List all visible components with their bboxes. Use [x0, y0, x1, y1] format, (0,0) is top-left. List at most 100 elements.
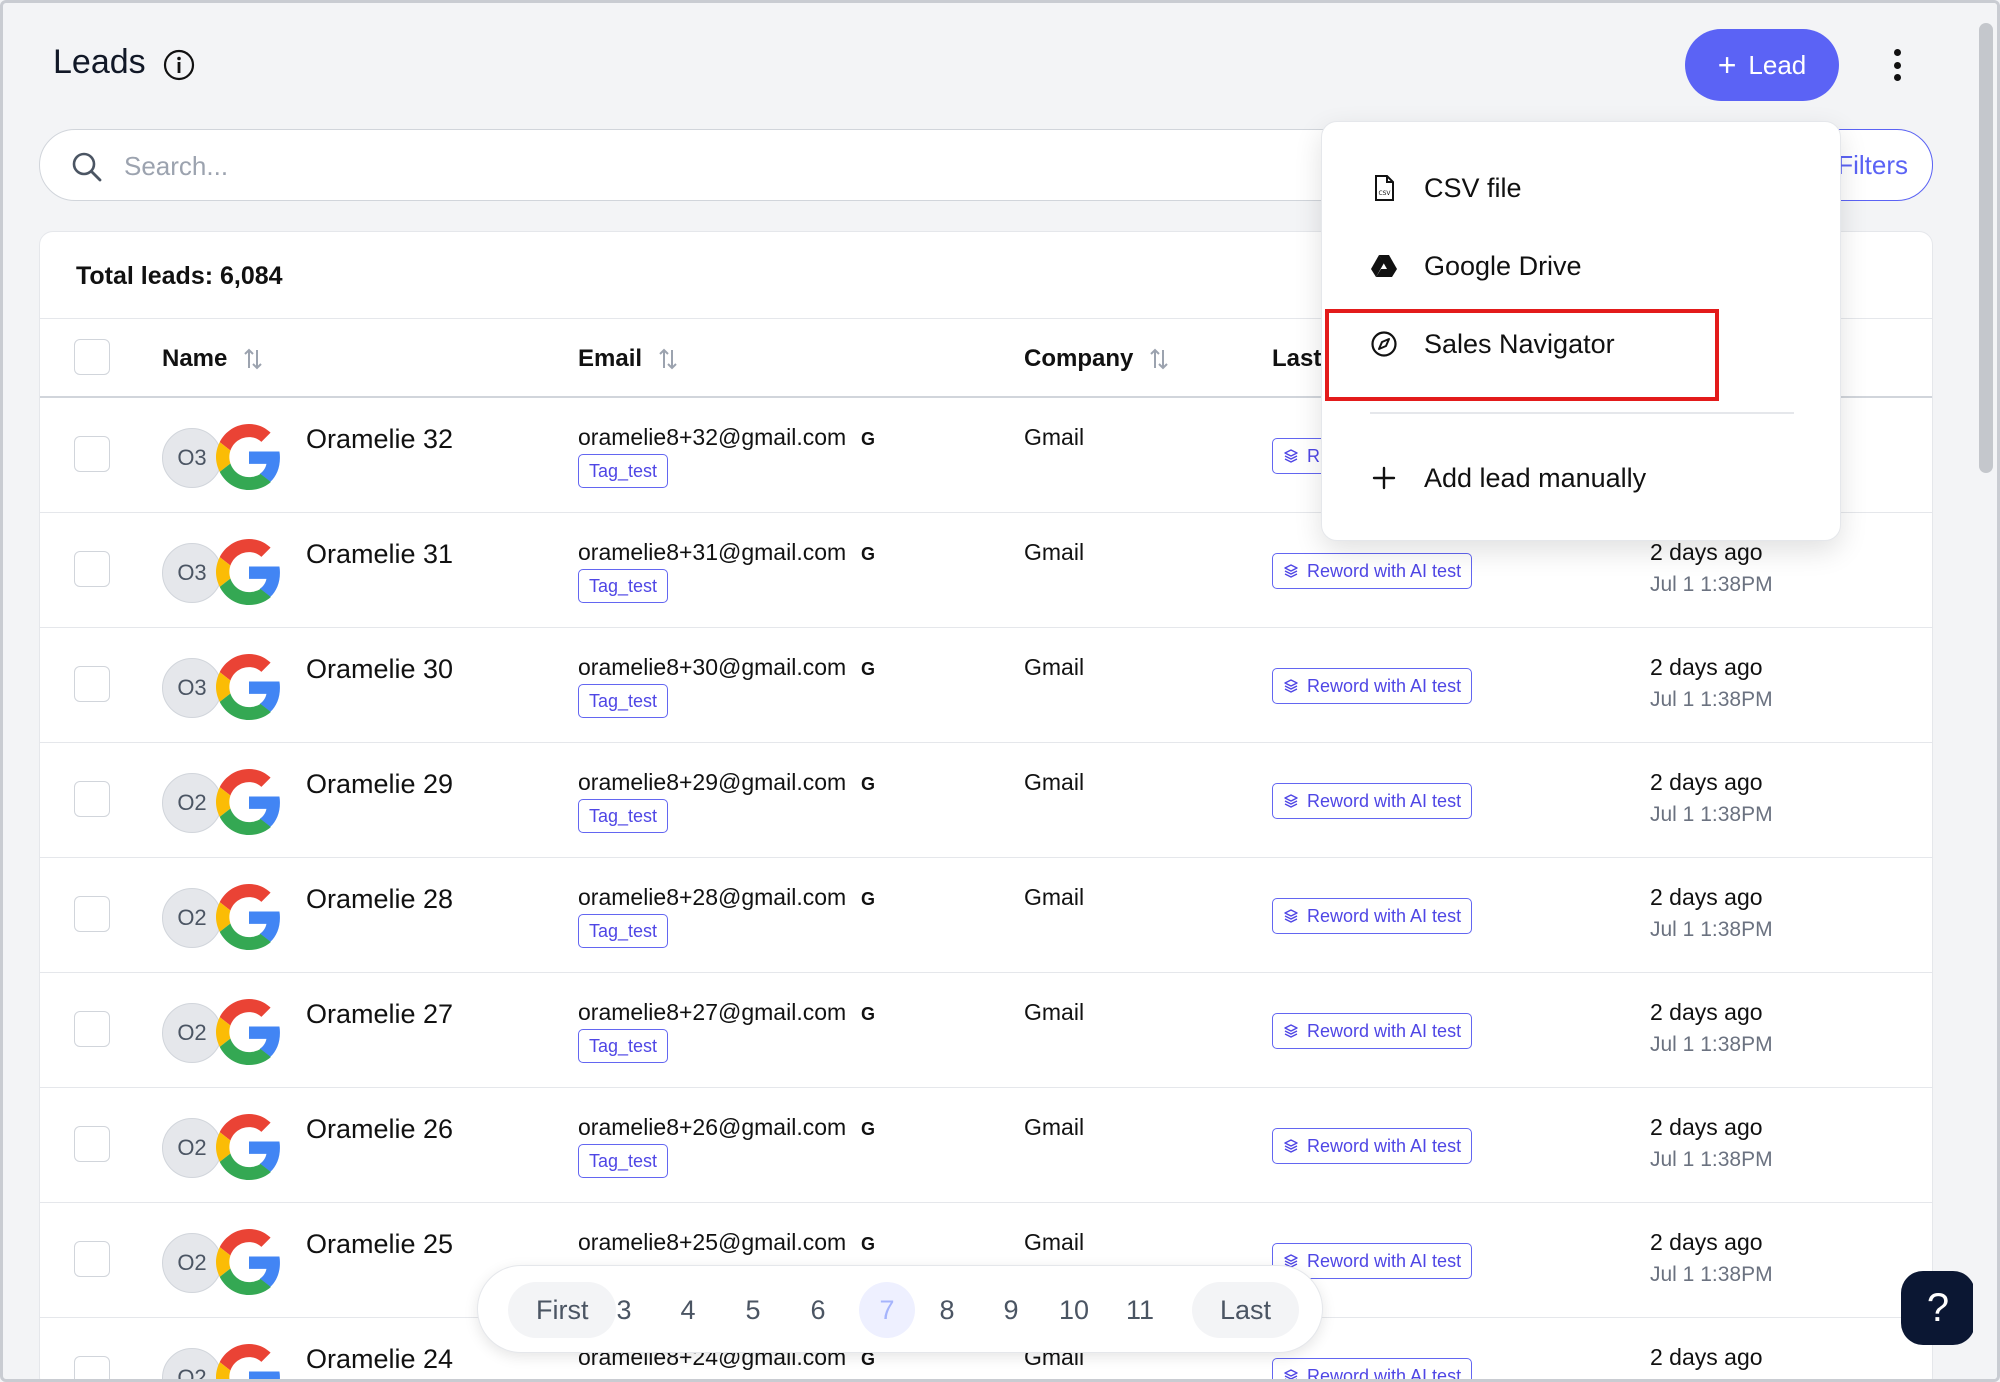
lead-name[interactable]: Oramelie 27: [306, 999, 453, 1030]
row-checkbox[interactable]: [74, 1356, 110, 1379]
menu-item-label: CSV file: [1424, 172, 1522, 203]
lead-name[interactable]: Oramelie 28: [306, 884, 453, 915]
column-header-company[interactable]: Company: [1024, 345, 1169, 373]
last-contacted-date: Jul 1 1:38PM: [1650, 918, 1773, 941]
last-contacted-relative: 2 days ago: [1650, 539, 1763, 565]
pagination-page[interactable]: 5: [733, 1282, 773, 1338]
campaign-badge[interactable]: Reword with AI test: [1272, 668, 1473, 704]
lead-tag[interactable]: Tag_test: [578, 914, 669, 948]
menu-item-google-drive[interactable]: Google Drive: [1322, 228, 1840, 304]
more-options-icon[interactable]: [1883, 43, 1911, 87]
svg-text:G: G: [861, 1234, 875, 1254]
row-checkbox[interactable]: [74, 1011, 110, 1047]
google-logo-icon: [216, 769, 282, 835]
lead-tag[interactable]: Tag_test: [578, 684, 669, 718]
row-checkbox[interactable]: [74, 436, 110, 472]
avatar: O2: [162, 888, 222, 948]
pagination-current-page[interactable]: 7: [859, 1282, 915, 1338]
pagination-last[interactable]: Last: [1192, 1282, 1300, 1338]
campaign-badge[interactable]: Reword with AI test: [1272, 898, 1473, 934]
lead-tag[interactable]: Tag_test: [578, 1144, 669, 1178]
lead-tag[interactable]: Tag_test: [578, 1029, 669, 1063]
scrollbar-thumb[interactable]: [1979, 23, 1993, 473]
lead-tag[interactable]: Tag_test: [578, 799, 669, 833]
sort-icon[interactable]: [658, 347, 678, 371]
lead-company: Gmail: [1024, 769, 1085, 795]
sort-icon[interactable]: [1149, 347, 1169, 371]
table-row[interactable]: O2 Oramelie 29 oramelie8+29@gmail.com G Tag_…: [40, 743, 1932, 858]
row-checkbox[interactable]: [74, 1241, 110, 1277]
campaign-badge[interactable]: Reword with AI test: [1272, 1013, 1473, 1049]
column-header-last[interactable]: Last: [1272, 345, 1321, 373]
layers-icon: [1283, 563, 1299, 579]
row-checkbox[interactable]: [74, 781, 110, 817]
google-icon: G: [858, 658, 878, 679]
table-row[interactable]: O2 Oramelie 26 oramelie8+26@gmail.com G Tag_…: [40, 1088, 1932, 1203]
last-contacted-relative: 2 days ago: [1650, 999, 1763, 1025]
avatar: O3: [162, 658, 222, 718]
help-button[interactable]: ?: [1901, 1271, 1975, 1345]
last-contacted-date: Jul 1 1:38PM: [1650, 803, 1773, 826]
lead-name[interactable]: Oramelie 30: [306, 654, 453, 685]
avatar: O2: [162, 1003, 222, 1063]
svg-text:G: G: [861, 544, 875, 564]
pagination-page[interactable]: 4: [668, 1282, 708, 1338]
lead-company: Gmail: [1024, 1114, 1085, 1140]
sort-icon[interactable]: [243, 347, 263, 371]
highlight-box: [1325, 309, 1719, 401]
avatar: O2: [162, 1233, 222, 1293]
column-header-email[interactable]: Email: [578, 345, 678, 373]
last-contacted-date: Jul 1 1:38PM: [1650, 688, 1773, 711]
select-all-checkbox[interactable]: [74, 339, 110, 375]
lead-email: oramelie8+29@gmail.com G: [578, 769, 878, 796]
lead-name[interactable]: Oramelie 31: [306, 539, 453, 570]
row-checkbox[interactable]: [74, 551, 110, 587]
lead-name[interactable]: Oramelie 26: [306, 1114, 453, 1145]
pagination-page[interactable]: 6: [798, 1282, 838, 1338]
last-contacted-relative: 2 days ago: [1650, 769, 1763, 795]
google-drive-icon: [1371, 255, 1397, 277]
layers-icon: [1283, 448, 1299, 464]
lead-name[interactable]: Oramelie 24: [306, 1344, 453, 1375]
row-checkbox[interactable]: [74, 1126, 110, 1162]
layers-icon: [1283, 1023, 1299, 1039]
svg-text:G: G: [861, 889, 875, 909]
lead-tag[interactable]: Tag_test: [578, 454, 669, 488]
row-checkbox[interactable]: [74, 896, 110, 932]
lead-name[interactable]: Oramelie 32: [306, 424, 453, 455]
pagination-page[interactable]: 8: [927, 1282, 967, 1338]
info-icon[interactable]: [163, 49, 195, 81]
layers-icon: [1283, 908, 1299, 924]
lead-email: oramelie8+32@gmail.com G: [578, 424, 878, 451]
lead-company: Gmail: [1024, 999, 1085, 1025]
search-input[interactable]: [124, 144, 1324, 188]
menu-divider: [1370, 412, 1794, 414]
campaign-badge[interactable]: Reword with AI test: [1272, 553, 1473, 589]
campaign-badge[interactable]: Reword with AI test: [1272, 1358, 1473, 1379]
pagination-page[interactable]: 9: [991, 1282, 1031, 1338]
pagination-page[interactable]: 10: [1054, 1282, 1094, 1338]
table-row[interactable]: O2 Oramelie 28 oramelie8+28@gmail.com G Tag_…: [40, 858, 1932, 973]
avatar: O3: [162, 543, 222, 603]
add-lead-button[interactable]: + Lead: [1685, 29, 1839, 101]
lead-tag[interactable]: Tag_test: [578, 569, 669, 603]
last-contacted-relative: 2 days ago: [1650, 654, 1763, 680]
menu-item-csv-file[interactable]: CSV CSV file: [1322, 150, 1840, 226]
svg-text:CSV: CSV: [1378, 190, 1391, 197]
search-icon: [72, 152, 102, 182]
pagination-first[interactable]: First: [508, 1282, 617, 1338]
lead-name[interactable]: Oramelie 29: [306, 769, 453, 800]
menu-item-add-lead-manually[interactable]: Add lead manually: [1322, 440, 1840, 516]
campaign-badge[interactable]: Reword with AI test: [1272, 1128, 1473, 1164]
campaign-badge[interactable]: Reword with AI test: [1272, 783, 1473, 819]
table-row[interactable]: O3 Oramelie 30 oramelie8+30@gmail.com G Tag_…: [40, 628, 1932, 743]
column-header-name[interactable]: Name: [162, 345, 263, 373]
lead-name[interactable]: Oramelie 25: [306, 1229, 453, 1260]
table-row[interactable]: O2 Oramelie 27 oramelie8+27@gmail.com G Tag_…: [40, 973, 1932, 1088]
svg-text:G: G: [861, 429, 875, 449]
last-contacted-relative: 2 days ago: [1650, 1229, 1763, 1255]
pagination-page[interactable]: 11: [1120, 1282, 1160, 1338]
row-checkbox[interactable]: [74, 666, 110, 702]
pagination-page[interactable]: 3: [604, 1282, 644, 1338]
google-logo-icon: [216, 1229, 282, 1295]
